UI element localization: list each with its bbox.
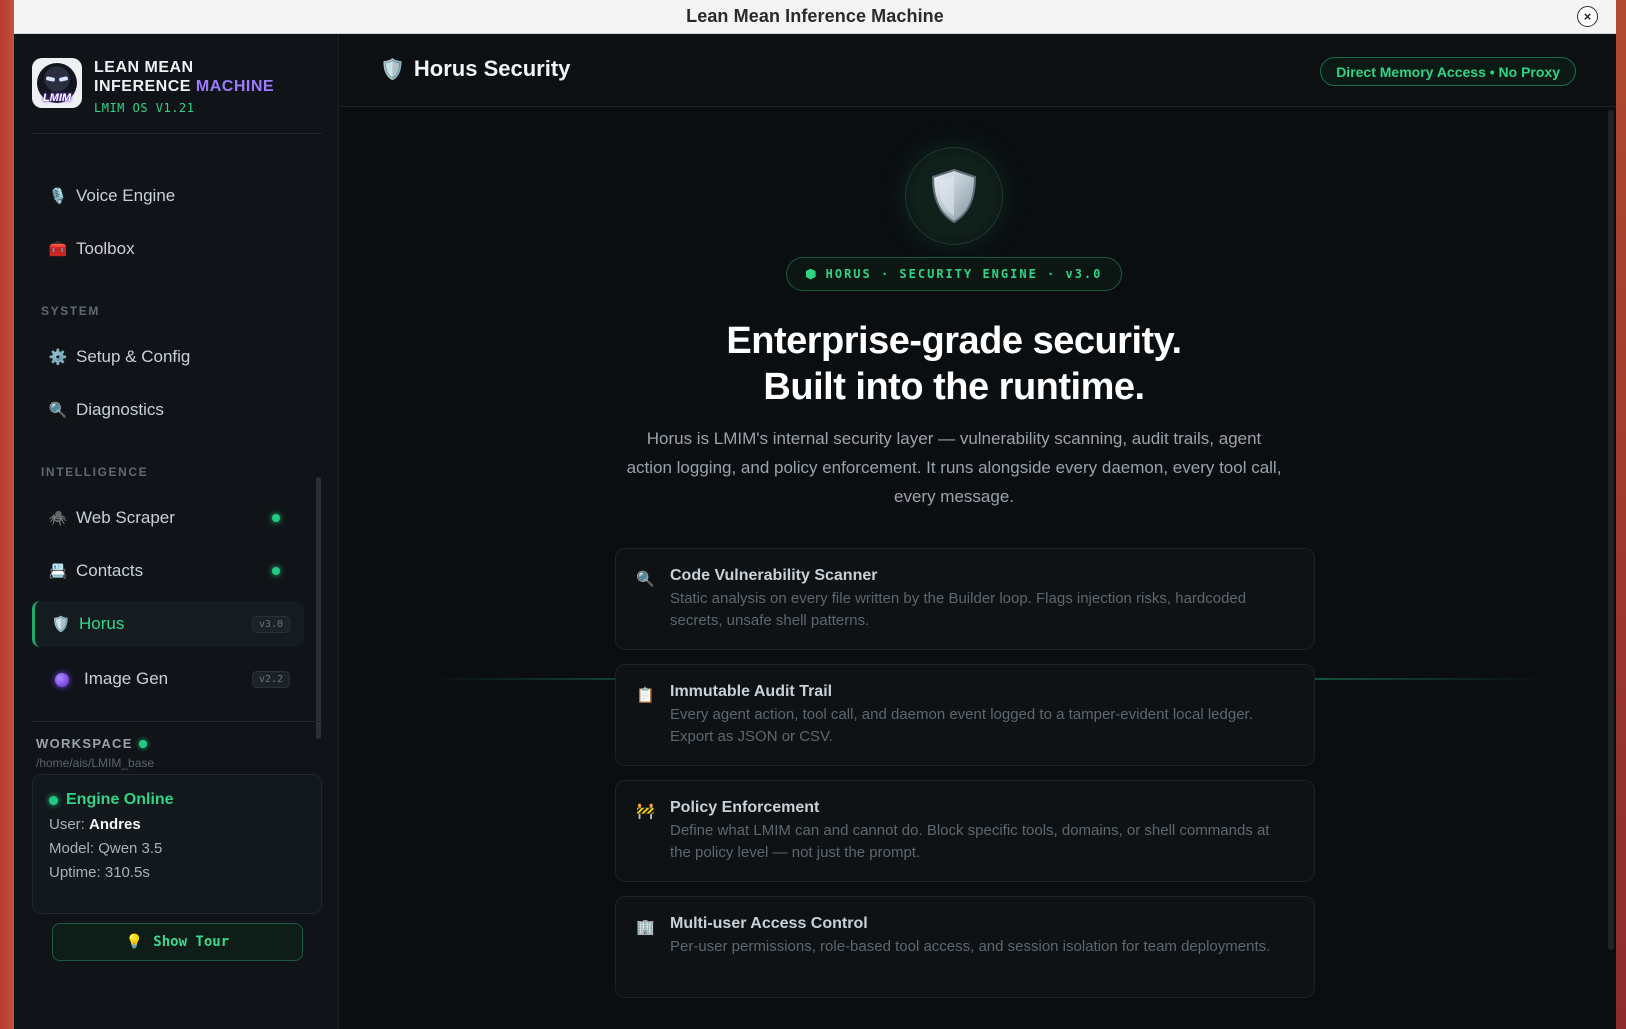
magnifier-icon: 🔍 xyxy=(48,402,68,419)
window-titlebar: Lean Mean Inference Machine × xyxy=(14,0,1616,34)
sidebar-item-voice-engine[interactable]: 🎙️ Voice Engine xyxy=(32,173,304,219)
feature-card-access-control: 🏢 Multi-user Access Control Per-user per… xyxy=(615,896,1315,998)
sidebar-item-label: Web Scraper xyxy=(76,508,175,527)
feature-title: Policy Enforcement xyxy=(670,799,820,816)
engine-model: Model: Qwen 3.5 xyxy=(49,840,163,857)
microphone-icon: 🎙️ xyxy=(48,188,68,205)
sidebar-item-label: Toolbox xyxy=(76,239,135,258)
main-header: 🛡️ Horus Security Direct Memory Access •… xyxy=(340,34,1616,107)
feature-title: Code Vulnerability Scanner xyxy=(670,567,878,584)
section-label-system: SYSTEM xyxy=(41,304,100,318)
feature-description: Per-user permissions, role-based tool ac… xyxy=(670,938,1271,955)
sidebar-item-setup-config[interactable]: ⚙️ Setup & Config xyxy=(32,334,304,380)
toolbox-icon: 🧰 xyxy=(48,241,68,258)
spider-icon: 🕷️ xyxy=(48,510,68,527)
engine-version-pill: HORUS · SECURITY ENGINE · v3.0 xyxy=(786,257,1122,291)
sidebar-item-contacts[interactable]: 📇 Contacts xyxy=(32,548,304,594)
main-panel: 🛡️ Horus Security Direct Memory Access •… xyxy=(340,34,1616,1029)
building-icon: 🏢 xyxy=(636,919,655,936)
feature-title: Immutable Audit Trail xyxy=(670,683,833,700)
barrier-icon: 🚧 xyxy=(636,803,655,820)
version-badge: v3.0 xyxy=(251,615,290,633)
gear-icon: ⚙️ xyxy=(48,349,68,366)
purple-orb-icon xyxy=(52,671,72,688)
status-dot xyxy=(272,567,280,575)
engine-status-text: Engine Online xyxy=(66,791,174,808)
engine-user: User: Andres xyxy=(49,817,305,833)
hero-description: Horus is LMIM's internal security layer … xyxy=(626,429,1282,506)
close-icon: × xyxy=(1583,9,1592,24)
brand-name-inference: INFERENCE xyxy=(94,78,191,95)
brand-name-line1: LEAN MEAN xyxy=(94,59,194,76)
magnifier-icon: 🔍 xyxy=(636,571,655,588)
feature-card-vulnerability-scanner: 🔍 Code Vulnerability Scanner Static anal… xyxy=(615,548,1315,650)
sidebar-item-diagnostics[interactable]: 🔍 Diagnostics xyxy=(32,387,304,433)
sidebar-divider xyxy=(32,133,322,134)
engine-status: Engine Online xyxy=(49,791,305,809)
hexagon-icon xyxy=(805,268,816,280)
shield-icon: 🛡️ xyxy=(380,58,405,81)
workspace-label-text: WORKSPACE xyxy=(36,736,133,751)
brand-name-line2: INFERENCE MACHINE xyxy=(94,77,274,96)
sidebar-item-label: Contacts xyxy=(76,561,144,580)
feature-card-audit-trail: 📋 Immutable Audit Trail Every agent acti… xyxy=(615,664,1315,766)
user-label: User: xyxy=(49,816,85,833)
status-dot xyxy=(49,795,58,805)
feature-description: Define what LMIM can and cannot do. Bloc… xyxy=(670,822,1270,861)
sidebar-scrollbar[interactable] xyxy=(316,477,321,739)
engine-uptime: Uptime: 310.5s xyxy=(49,864,150,881)
show-tour-label: Show Tour xyxy=(153,934,230,950)
sidebar-divider xyxy=(32,721,322,722)
brand: LMIM LEAN MEAN INFERENCE MACHINE LMIM OS… xyxy=(32,58,274,115)
show-tour-button[interactable]: 💡 Show Tour xyxy=(52,923,303,961)
status-dot xyxy=(272,514,280,522)
hero-headline-line1: Enterprise-grade security. xyxy=(726,320,1182,362)
shield-icon: 🛡️ xyxy=(51,616,71,633)
main-scrollbar[interactable] xyxy=(1608,110,1614,950)
shield-icon xyxy=(931,168,977,224)
contacts-icon: 📇 xyxy=(48,563,68,580)
engine-version-text: HORUS · SECURITY ENGINE · v3.0 xyxy=(825,267,1103,281)
version-badge: v2.2 xyxy=(251,670,290,688)
workspace-label: WORKSPACE xyxy=(36,736,147,751)
hero-headline: Enterprise-grade security. Built into th… xyxy=(554,318,1354,410)
page-title-text: Horus Security xyxy=(413,56,571,81)
brand-name-machine: MACHINE xyxy=(195,78,275,95)
feature-description: Every agent action, tool call, and daemo… xyxy=(670,706,1253,745)
sidebar-item-label: Horus xyxy=(79,614,125,633)
section-label-intelligence: INTELLIGENCE xyxy=(41,465,149,479)
sidebar-item-toolbox[interactable]: 🧰 Toolbox xyxy=(32,226,304,272)
sidebar-item-image-gen[interactable]: Image Gen v2.2 xyxy=(32,656,304,702)
access-mode-badge: Direct Memory Access • No Proxy xyxy=(1320,57,1576,86)
sidebar-item-label: Diagnostics xyxy=(76,400,164,419)
close-button[interactable]: × xyxy=(1577,6,1598,27)
sidebar-item-web-scraper[interactable]: 🕷️ Web Scraper xyxy=(32,495,304,541)
sidebar: LMIM LEAN MEAN INFERENCE MACHINE LMIM OS… xyxy=(14,34,339,1029)
page-title: 🛡️ Horus Security xyxy=(380,56,570,82)
status-dot xyxy=(138,739,147,748)
hero-headline-line2: Built into the runtime. xyxy=(763,366,1145,408)
sidebar-item-horus[interactable]: 🛡️ Horus v3.0 xyxy=(32,601,304,647)
sidebar-item-label: Voice Engine xyxy=(76,186,176,205)
feature-card-policy-enforcement: 🚧 Policy Enforcement Define what LMIM ca… xyxy=(615,780,1315,882)
workspace-path: /home/ais/LMIM_base xyxy=(36,756,155,770)
user-name: Andres xyxy=(89,816,141,833)
clipboard-icon: 📋 xyxy=(636,687,655,704)
lightbulb-icon: 💡 xyxy=(125,934,144,950)
feature-description: Static analysis on every file written by… xyxy=(670,590,1247,629)
os-version: LMIM OS V1.21 xyxy=(94,101,195,115)
sidebar-item-label: Setup & Config xyxy=(76,347,191,366)
app-logo: LMIM xyxy=(32,58,82,108)
sidebar-item-label: Image Gen xyxy=(84,669,169,688)
app-window: Lean Mean Inference Machine × LMIM LEAN … xyxy=(14,0,1616,1029)
hero-shield xyxy=(905,147,1003,245)
feature-title: Multi-user Access Control xyxy=(670,915,868,932)
window-title: Lean Mean Inference Machine xyxy=(686,6,944,26)
logo-text: LMIM xyxy=(42,92,72,104)
engine-status-card: Engine Online User: Andres Model: Qwen 3… xyxy=(32,774,322,914)
